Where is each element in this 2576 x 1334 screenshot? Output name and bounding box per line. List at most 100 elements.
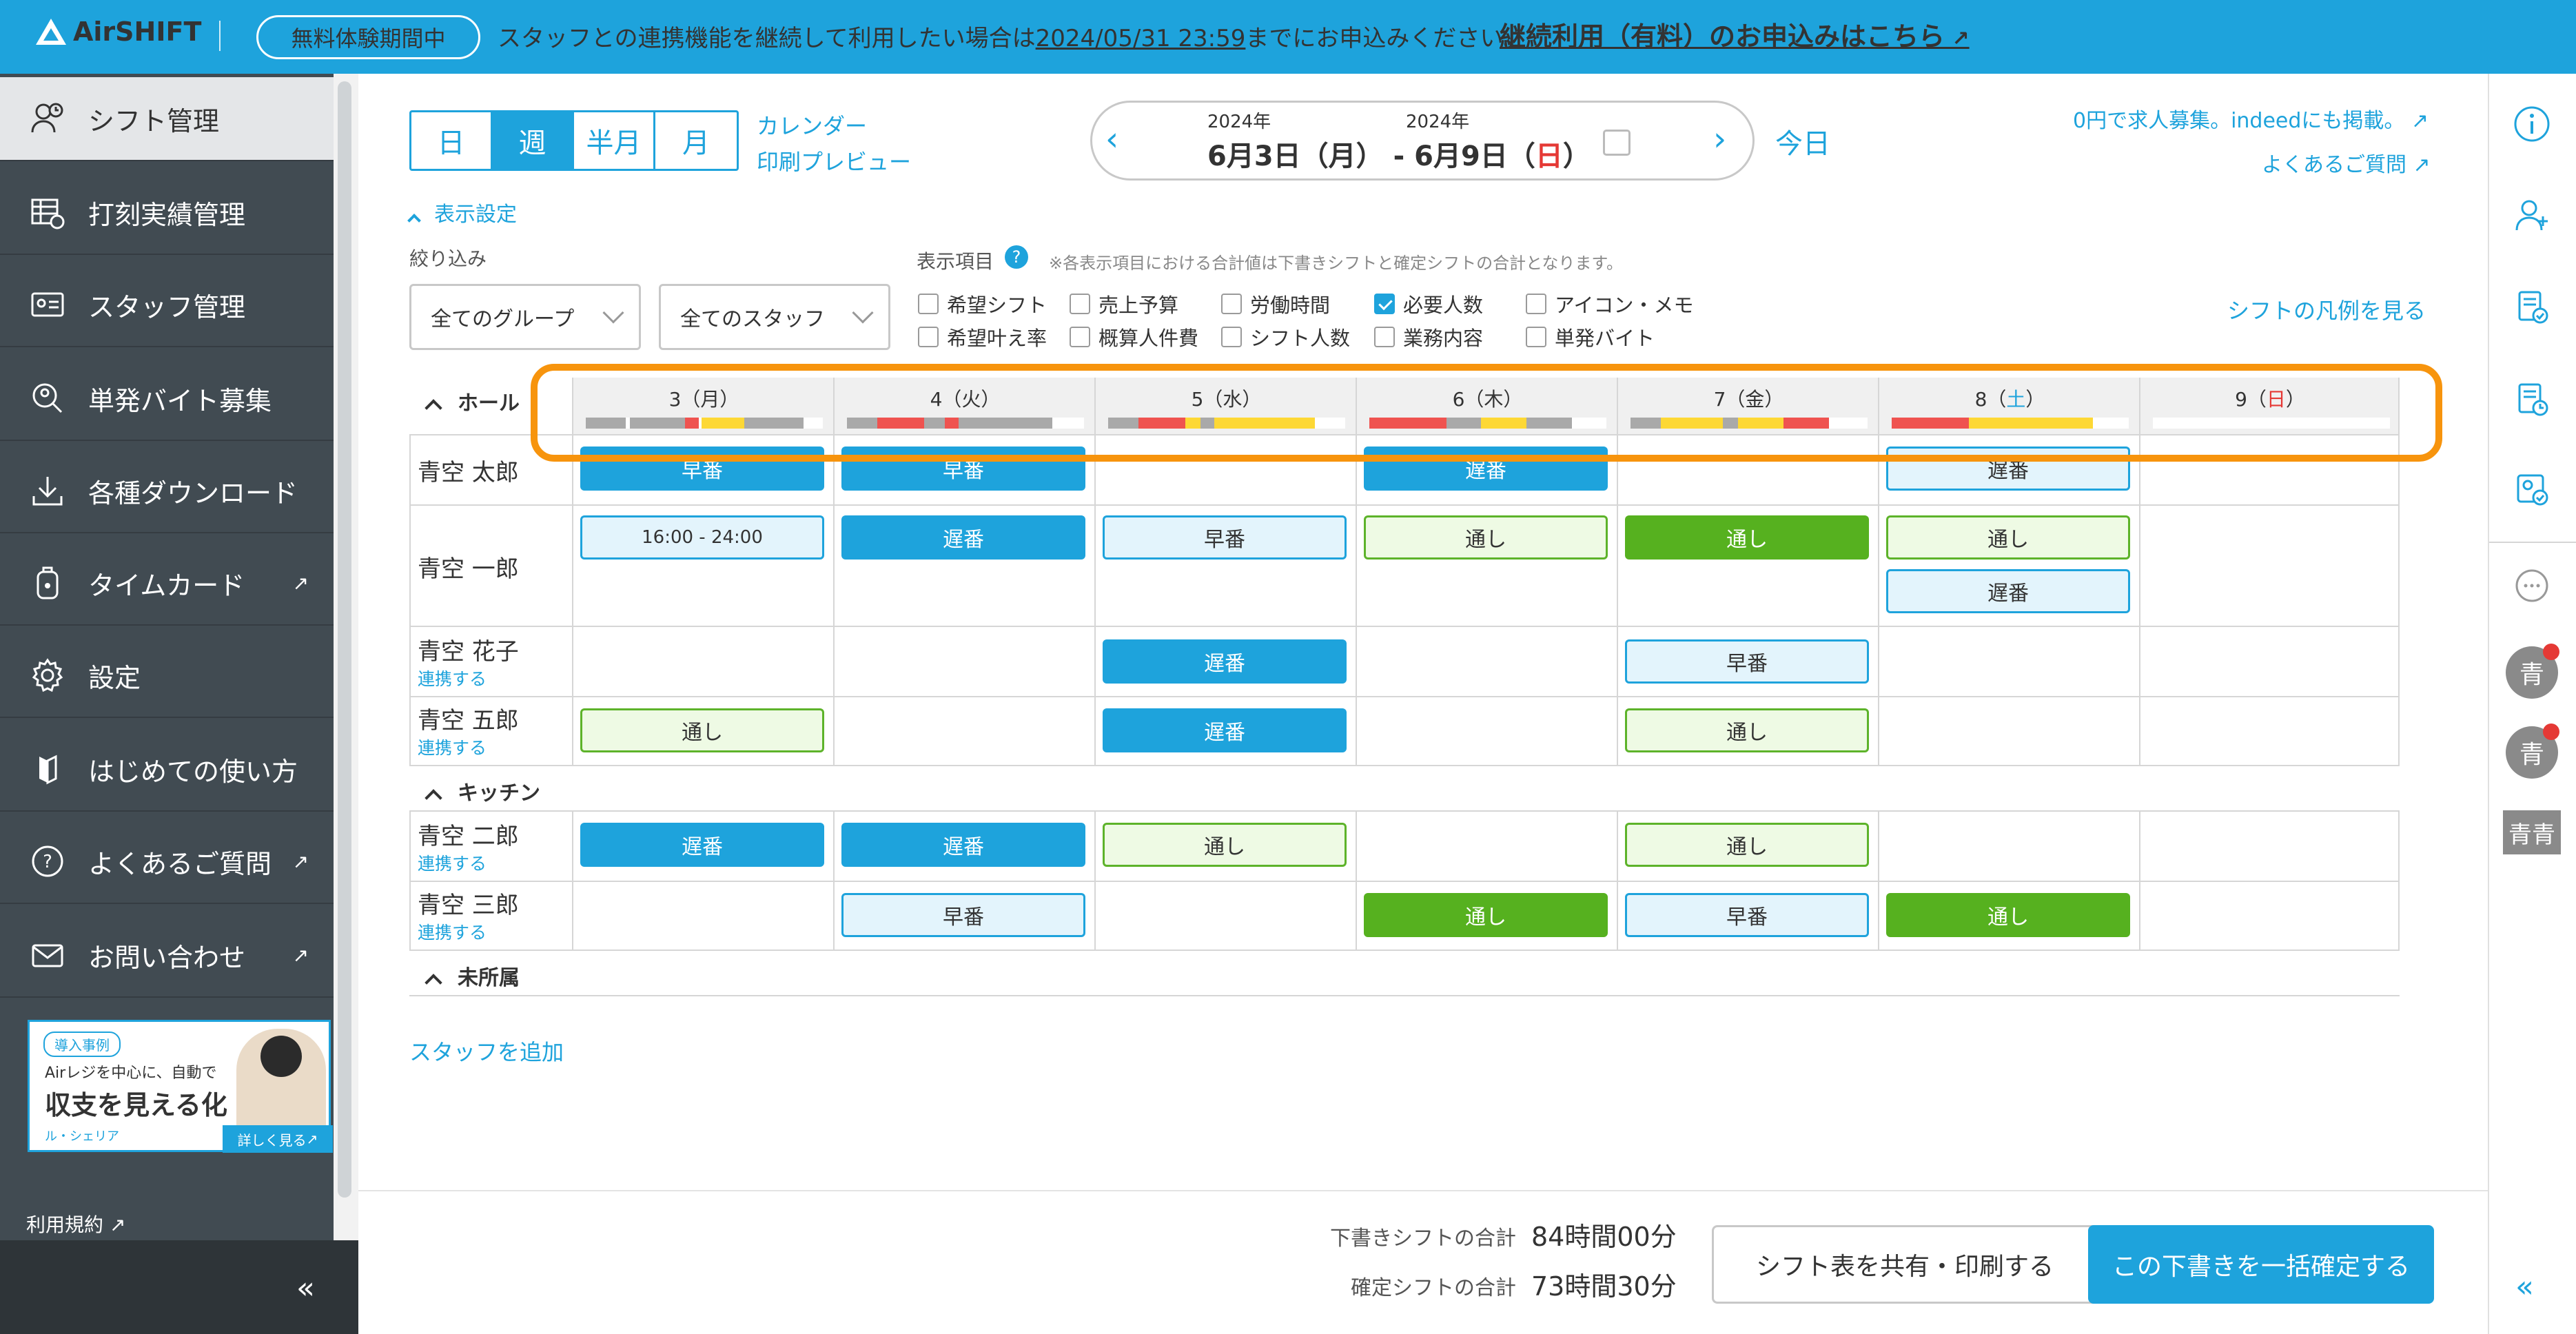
shift-block[interactable]: 早番 — [1103, 515, 1347, 560]
shift-block[interactable]: 通し — [1364, 515, 1608, 560]
shift-legend-link[interactable]: シフトの凡例を見る — [2227, 294, 2426, 325]
shift-block[interactable]: 早番 — [1625, 893, 1869, 937]
rail-collapse-button[interactable]: « — [2515, 1269, 2534, 1304]
calendar-link[interactable]: カレンダー — [757, 109, 867, 141]
checkbox-one-time-job[interactable]: 単発バイト — [1526, 322, 1655, 351]
chat-icon[interactable] — [2513, 568, 2551, 606]
checkbox-box-checked — [1374, 294, 1395, 314]
checkbox-labor-cost[interactable]: 概算人件費 — [1070, 322, 1198, 351]
document-clock-icon[interactable] — [2513, 380, 2551, 419]
shift-block[interactable]: 早番 — [841, 893, 1085, 937]
help-icon[interactable]: ? — [1005, 245, 1028, 269]
external-link-icon: ↗ — [2404, 109, 2429, 133]
shift-block[interactable]: 通し — [580, 708, 824, 752]
sidebar-item-downloads[interactable]: 各種ダウンロード — [0, 449, 334, 533]
add-staff-link[interactable]: スタッフを追加 — [409, 1035, 564, 1067]
shift-block[interactable]: 遅番 — [1103, 639, 1347, 684]
prev-week-button[interactable]: ‹ — [1105, 120, 1118, 158]
sidebar-item-staff[interactable]: スタッフ管理 — [0, 263, 334, 347]
sidebar-item-contact[interactable]: お問い合わせ ↗ — [0, 914, 334, 998]
checkbox-shift-count[interactable]: シフト人数 — [1221, 322, 1350, 351]
date-range[interactable]: 6月3日（月） - 6月9日（日） — [1207, 134, 1591, 174]
shift-block[interactable]: 通し — [1886, 515, 2130, 560]
tab-half-month[interactable]: 半月 — [574, 112, 655, 169]
sidebar-collapse-button[interactable]: « — [296, 1271, 315, 1306]
connect-link[interactable]: 連携する — [418, 735, 487, 759]
shift-block[interactable]: 通し — [1886, 893, 2130, 937]
staff-name[interactable]: 青空 二郎 — [418, 817, 519, 851]
chevron-up-icon — [407, 214, 421, 227]
group-header-unassigned[interactable]: 未所属 — [425, 961, 520, 992]
staff-name[interactable]: 青空 太郎 — [418, 453, 519, 487]
indeed-ad-link[interactable]: 0円で求人募集。indeedにも掲載。 ↗ — [2073, 103, 2429, 134]
confirm-all-button[interactable]: この下書きを一括確定する — [2088, 1225, 2434, 1304]
tab-day[interactable]: 日 — [411, 112, 493, 169]
end-year: 2024年 — [1406, 112, 1470, 132]
sidebar-scrollbar[interactable] — [338, 81, 351, 1198]
shift-block[interactable]: 早番 — [1625, 639, 1869, 684]
avatar[interactable]: 青 — [2506, 724, 2559, 779]
document-check-icon[interactable] — [2513, 288, 2551, 327]
promo-banner[interactable]: 導入事例 Airレジを中心に、自動で 収支を見える化 ル・シェリア 詳しく見る … — [28, 1020, 333, 1153]
checkbox-fulfillment-rate[interactable]: 希望叶え率 — [918, 322, 1047, 351]
info-icon[interactable] — [2513, 105, 2551, 143]
tab-week[interactable]: 週 — [493, 112, 574, 169]
shift-block[interactable]: 通し — [1625, 515, 1869, 560]
shift-block[interactable]: 16:00 - 24:00 — [580, 515, 824, 560]
shift-block[interactable]: 通し — [1364, 893, 1608, 937]
grid-line — [409, 696, 2400, 697]
sidebar-item-shift[interactable]: シフト管理 — [0, 77, 334, 161]
shift-icon — [28, 99, 68, 138]
airshift-logo[interactable]: AirSHIFT — [36, 17, 201, 47]
next-week-button[interactable]: › — [1713, 120, 1726, 158]
sidebar-item-settings[interactable]: 設定 — [0, 634, 334, 718]
checkbox-label: 希望シフト — [947, 294, 1047, 317]
faq-link[interactable]: よくあるご質問 ↗ — [2262, 147, 2431, 178]
sidebar-item-one-time-jobs[interactable]: 単発バイト募集 — [0, 357, 334, 441]
promo-details-button[interactable]: 詳しく見る ↗ — [223, 1125, 333, 1153]
sidebar-item-timecard[interactable]: タイムカード ↗ — [0, 542, 334, 626]
calendar-icon[interactable] — [1603, 130, 1631, 156]
connect-link[interactable]: 連携する — [418, 850, 487, 875]
staff-name[interactable]: 青空 一郎 — [418, 550, 519, 584]
group-header-hall[interactable]: ホール — [425, 386, 520, 417]
external-link-icon: ↗ — [2406, 153, 2431, 177]
connect-link[interactable]: 連携する — [418, 666, 487, 690]
connect-link[interactable]: 連携する — [418, 919, 487, 944]
shift-block[interactable]: 遅番 — [1886, 569, 2130, 613]
staff-name[interactable]: 青空 花子 — [418, 633, 519, 666]
sidebar-item-timecard-records[interactable]: 打刻実績管理 — [0, 171, 334, 255]
checkbox-icon-memo[interactable]: アイコン・メモ — [1526, 289, 1694, 318]
shift-block[interactable]: 遅番 — [1103, 708, 1347, 752]
print-preview-link[interactable]: 印刷プレビュー — [757, 145, 911, 176]
group-select[interactable]: 全てのグループ — [409, 284, 641, 350]
staff-check-icon[interactable] — [2513, 470, 2551, 509]
group-avatar[interactable]: 青青 — [2503, 810, 2561, 854]
staff-select[interactable]: 全てのスタッフ — [659, 284, 890, 350]
shift-block[interactable]: 遅番 — [580, 823, 824, 867]
today-button[interactable]: 今日 — [1775, 121, 1830, 161]
sidebar-item-guide[interactable]: はじめての使い方 — [0, 728, 334, 812]
shift-block[interactable]: 遅番 — [841, 515, 1085, 560]
staff-name[interactable]: 青空 三郎 — [418, 886, 519, 920]
checkbox-preferred-shift[interactable]: 希望シフト — [918, 289, 1047, 318]
display-settings-toggle[interactable]: 表示設定 — [407, 197, 517, 227]
subscribe-link[interactable]: 継続利用（有料）のお申込みはこちら ↗ — [1500, 15, 1970, 53]
staff-name[interactable]: 青空 五郎 — [418, 701, 519, 735]
add-user-icon[interactable] — [2513, 196, 2551, 234]
timecard-icon — [28, 563, 68, 603]
shift-block[interactable]: 遅番 — [841, 823, 1085, 867]
terms-link[interactable]: 利用規約 ↗ — [26, 1210, 125, 1238]
checkbox-required-staff[interactable]: 必要人数 — [1374, 289, 1483, 318]
share-print-button[interactable]: シフト表を共有・印刷する — [1712, 1225, 2098, 1304]
checkbox-tasks[interactable]: 業務内容 — [1374, 322, 1483, 351]
checkbox-work-hours[interactable]: 労働時間 — [1221, 289, 1330, 318]
shift-block[interactable]: 通し — [1103, 823, 1347, 867]
tab-month[interactable]: 月 — [655, 112, 737, 169]
avatar[interactable]: 青 — [2506, 644, 2559, 699]
sidebar-item-faq[interactable]: ? よくあるご質問 ↗ — [0, 820, 334, 904]
shift-block[interactable]: 通し — [1625, 708, 1869, 752]
group-header-kitchen[interactable]: キッチン — [425, 776, 540, 807]
shift-block[interactable]: 通し — [1625, 823, 1869, 867]
checkbox-sales-budget[interactable]: 売上予算 — [1070, 289, 1178, 318]
